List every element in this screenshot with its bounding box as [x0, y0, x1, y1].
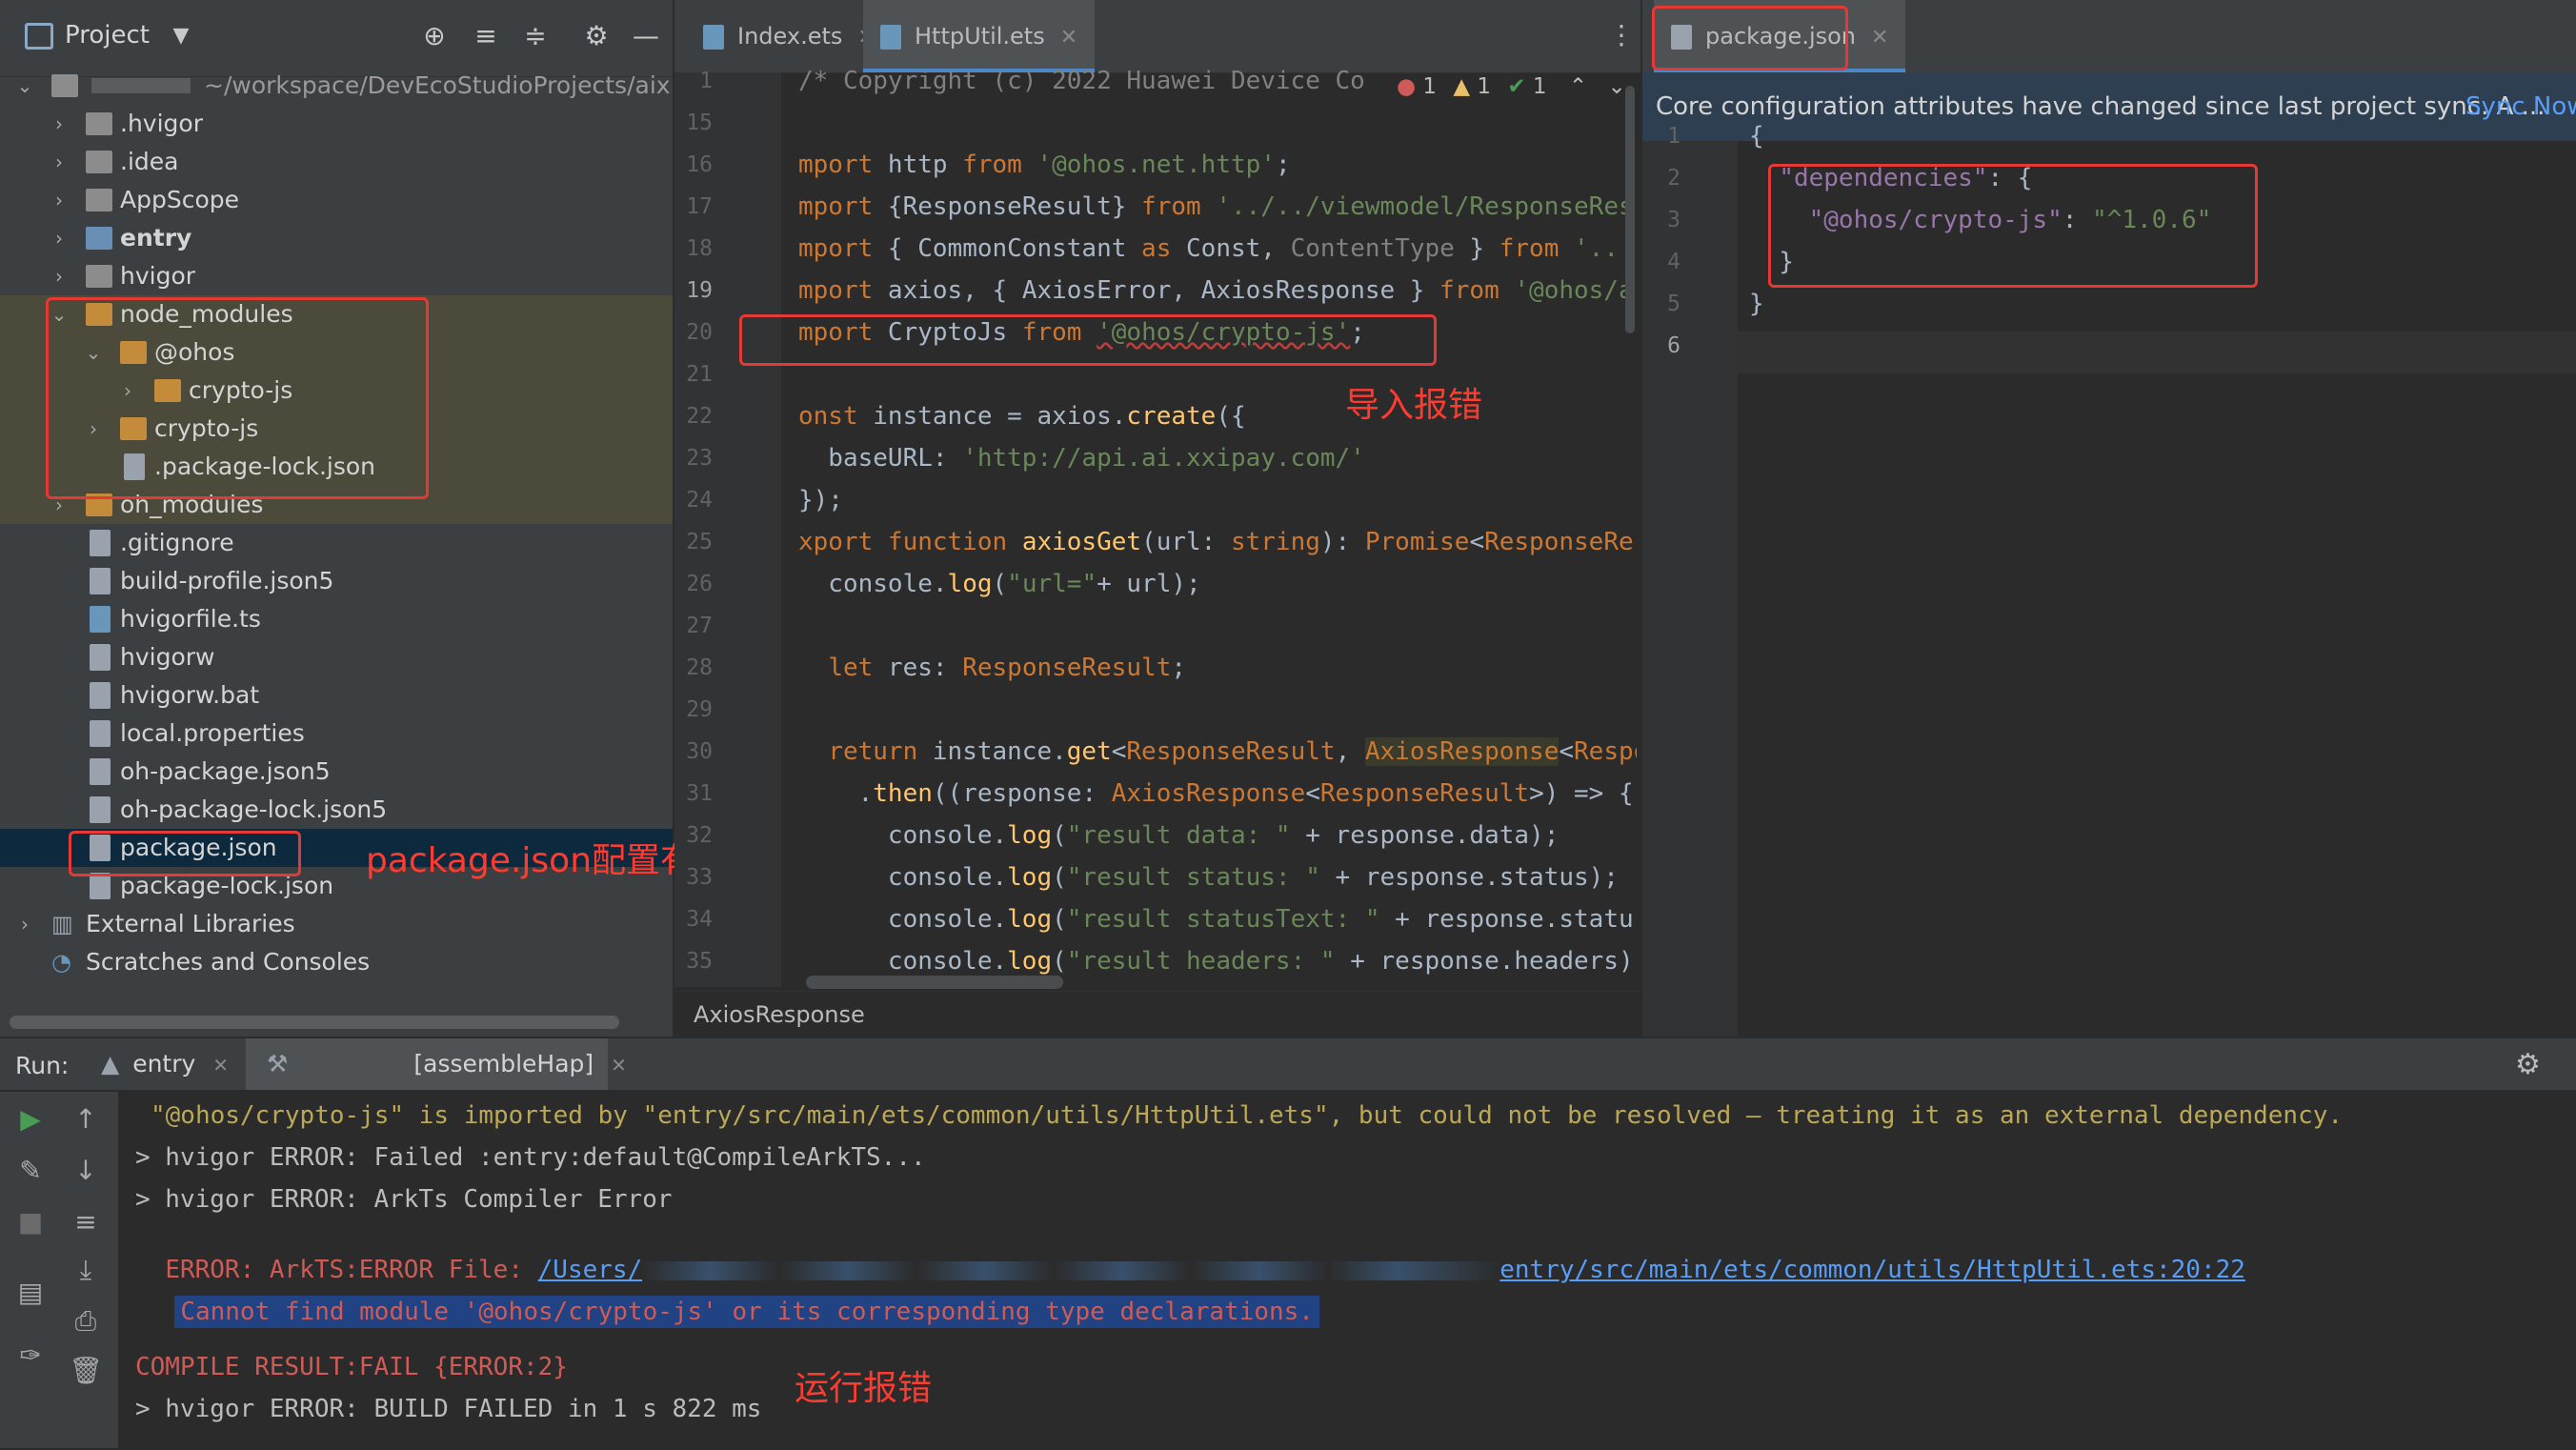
- line-number: 16: [686, 152, 713, 177]
- project-panel-title[interactable]: Project: [65, 21, 150, 50]
- tree-item-hvigor[interactable]: › hvigor: [0, 257, 673, 295]
- line-number: 21: [686, 362, 713, 387]
- layout-icon[interactable]: ▤: [13, 1277, 48, 1311]
- line-number: 1: [1667, 124, 1680, 149]
- annotation-box-node-modules: [46, 297, 429, 499]
- right-gutter: [1642, 141, 1738, 1037]
- run-panel-header: Run: ▲ entry ✕ ⚒ [assembleHap] ✕ ⚙: [0, 1038, 2576, 1090]
- tree-item-hvigorw-bat[interactable]: hvigorw.bat: [0, 676, 673, 715]
- tree-item-build-profile[interactable]: build-profile.json5: [0, 562, 673, 600]
- console-line: > hvigor ERROR: ArkTs Compiler Error: [135, 1185, 673, 1214]
- line-number: 24: [686, 488, 713, 513]
- console-line: COMPILE RESULT:FAIL {ERROR:2}: [135, 1353, 568, 1381]
- tree-item-entry[interactable]: › entry: [0, 219, 673, 257]
- line-number: 31: [686, 781, 713, 806]
- tree-root[interactable]: ⌄ ~/workspace/DevEcoStudioProjects/aixie…: [0, 67, 673, 105]
- gear-icon[interactable]: ⚙: [2515, 1048, 2541, 1081]
- expand-all-icon[interactable]: ≡: [469, 19, 503, 53]
- arrow-up-icon[interactable]: ↑: [69, 1103, 103, 1138]
- pin-icon[interactable]: ✑: [13, 1339, 48, 1374]
- tree-item-hvigor-dir[interactable]: › .hvigor: [0, 105, 673, 143]
- run-label: Run:: [15, 1052, 70, 1079]
- tree-item-local-properties[interactable]: local.properties: [0, 715, 673, 753]
- chevron-down-icon[interactable]: ▼: [164, 19, 198, 53]
- scratches-icon: ◔: [51, 949, 71, 976]
- library-icon: ▥: [51, 911, 73, 937]
- annotation-run-error-note: 运行报错: [795, 1369, 933, 1408]
- line-number: 30: [686, 739, 713, 764]
- line-number: 25: [686, 530, 713, 554]
- project-scrollbar[interactable]: [10, 1016, 619, 1029]
- line-number: 20: [686, 320, 713, 345]
- line-number: 29: [686, 697, 713, 722]
- line-number: 4: [1667, 250, 1680, 274]
- line-number: 15: [686, 111, 713, 135]
- annotation-box-package-json: [69, 831, 301, 876]
- code-area[interactable]: /* Copyright (c) 2022 Huawei Device Co m…: [798, 0, 1637, 987]
- run-tab-entry[interactable]: ▲ entry ✕: [101, 1038, 229, 1090]
- tree-item-hvigorw[interactable]: hvigorw: [0, 638, 673, 676]
- gear-icon[interactable]: ⚙: [579, 19, 614, 53]
- tree-item-hvigorfile[interactable]: hvigorfile.ts: [0, 600, 673, 638]
- tree-item-oh-package[interactable]: oh-package.json5: [0, 753, 673, 791]
- scroll-to-end-icon[interactable]: ⤓: [69, 1254, 103, 1288]
- line-number: 1: [699, 69, 713, 93]
- ets-file-icon: [703, 25, 724, 50]
- editor-vscrollbar[interactable]: [1625, 86, 1635, 333]
- print-icon[interactable]: ⎙: [69, 1305, 103, 1339]
- line-number: 3: [1667, 208, 1680, 232]
- annotation-import-error-note: 导入报错: [1345, 386, 1483, 425]
- console-line: Cannot find module '@ohos/crypto-js' or …: [145, 1269, 1319, 1328]
- json-code-area[interactable]: { "dependencies": { "@ohos/crypto-js": "…: [1749, 0, 2568, 1029]
- wrench-icon[interactable]: ✎: [13, 1155, 48, 1189]
- project-panel-header: Project ▼ ⊕ ≡ ≑ ⚙ —: [0, 0, 673, 77]
- line-number: 17: [686, 194, 713, 219]
- line-number: 35: [686, 949, 713, 974]
- line-number: 5: [1667, 292, 1680, 316]
- locate-icon[interactable]: ⊕: [417, 19, 452, 53]
- console-line: > hvigor ERROR: BUILD FAILED in 1 s 822 …: [135, 1395, 762, 1423]
- line-number: 6: [1667, 333, 1680, 358]
- line-number: 18: [686, 236, 713, 261]
- line-number: 33: [686, 865, 713, 890]
- stop-icon[interactable]: ■: [13, 1206, 48, 1240]
- line-number: 23: [686, 446, 713, 471]
- close-icon: ✕: [611, 1054, 627, 1077]
- line-number: 22: [686, 404, 713, 429]
- breadcrumb-bar: AxiosResponse: [674, 991, 1640, 1037]
- entry-module-icon: ▲: [101, 1050, 120, 1077]
- console-line: "@ohos/crypto-js" is imported by "entry/…: [151, 1101, 2344, 1130]
- annotation-box-import-line: [739, 314, 1437, 366]
- annotation-box-dependencies: [1768, 164, 2258, 288]
- soft-wrap-icon[interactable]: ≡: [69, 1206, 103, 1240]
- tree-item-idea[interactable]: › .idea: [0, 143, 673, 181]
- tree-item-external-libraries[interactable]: › ▥ External Libraries: [0, 905, 673, 943]
- close-icon: ✕: [212, 1054, 230, 1077]
- line-number: 2: [1667, 166, 1680, 191]
- run-tab-assemblehap[interactable]: ⚒ [assembleHap] ✕: [246, 1038, 627, 1090]
- minimize-icon[interactable]: —: [629, 19, 663, 53]
- console-line: > hvigor ERROR: Failed :entry:default@Co…: [135, 1143, 926, 1172]
- line-number: 26: [686, 572, 713, 596]
- collapse-all-icon[interactable]: ≑: [518, 19, 553, 53]
- tree-item-appscope[interactable]: › AppScope: [0, 181, 673, 219]
- line-number: 27: [686, 614, 713, 638]
- hammer-icon: ⚒: [267, 1050, 289, 1077]
- tree-item-gitignore[interactable]: .gitignore: [0, 524, 673, 562]
- rerun-icon[interactable]: ▶: [13, 1103, 48, 1138]
- editor-hscrollbar[interactable]: [806, 976, 1063, 989]
- tree-item-scratches[interactable]: ◔ Scratches and Consoles: [0, 943, 673, 981]
- arrow-down-icon[interactable]: ↓: [69, 1155, 103, 1189]
- line-number: 32: [686, 823, 713, 848]
- tree-item-oh-package-lock[interactable]: oh-package-lock.json5: [0, 791, 673, 829]
- line-number: 34: [686, 907, 713, 932]
- project-view-icon: [25, 23, 53, 50]
- breadcrumb[interactable]: AxiosResponse: [694, 1001, 865, 1028]
- line-number: 19: [686, 278, 713, 303]
- run-toolbar: ▶ ↑ ✎ ↓ ■ ≡ ⤓ ▤ ⎙ ✑ 🗑: [0, 1092, 118, 1448]
- line-number: 28: [686, 655, 713, 680]
- trash-icon[interactable]: 🗑: [69, 1355, 103, 1389]
